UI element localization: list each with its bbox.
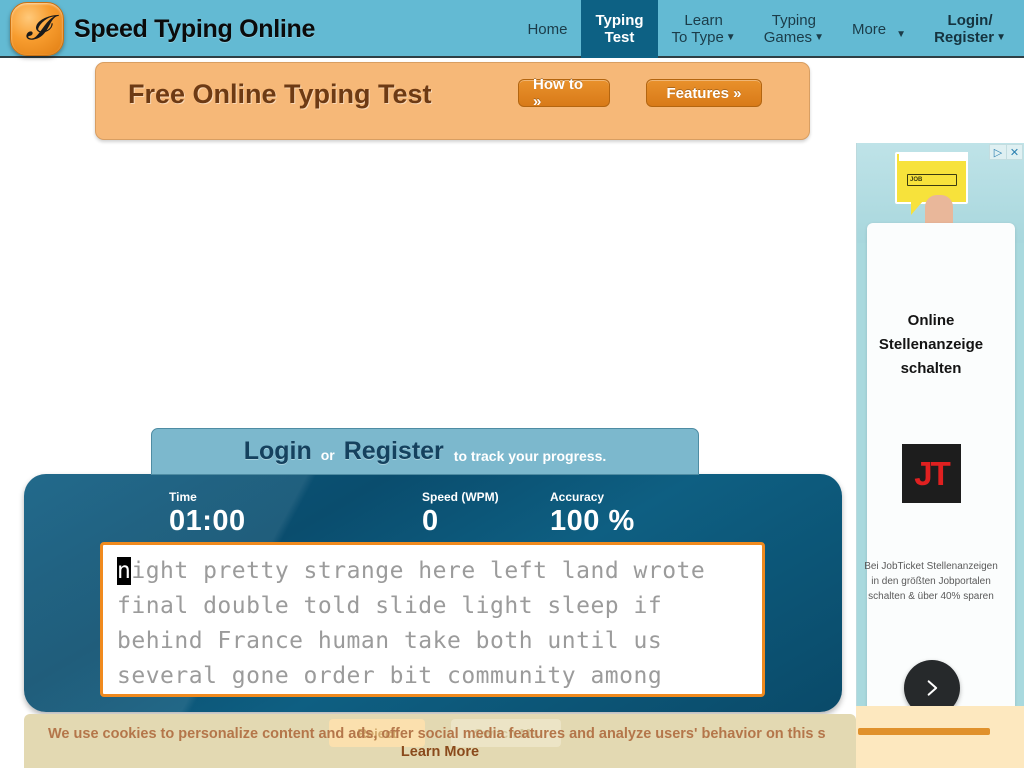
stat-time-label: Time — [169, 490, 197, 504]
nav-item-login-register-line2: Register — [934, 29, 995, 46]
login-register-banner: Login or Register to track your progress… — [151, 428, 699, 475]
nav-item-more[interactable]: More ▼ — [838, 0, 920, 58]
ad-search-field-graphic: JOB — [907, 174, 957, 186]
nav-item-typing-test[interactable]: Typing Test — [581, 0, 658, 58]
nav-item-login-register-line1: Login/ — [947, 12, 993, 29]
chevron-down-icon: ▼ — [896, 28, 907, 40]
typing-input-area[interactable]: night pretty strange here left land wrot… — [100, 542, 765, 697]
advertisement-panel: ▷ ✕ JOB Online Stellenanzeige schalten J… — [856, 143, 1024, 744]
stats-bar: Time 01:00 Speed (WPM) 0 Accuracy 100 % — [24, 482, 842, 538]
nav-item-more-label: More — [851, 20, 887, 38]
ad-body-text: Bei JobTicket Stellenanzeigen in den grö… — [864, 561, 998, 602]
nav-item-typing-test-line2: Test — [604, 29, 635, 46]
ad-brand-logo: JT — [902, 444, 961, 503]
promo-banner: Free Online Typing Test How to » Feature… — [95, 62, 810, 140]
register-link[interactable]: Register — [344, 437, 444, 466]
stat-accuracy: Accuracy 100 % — [550, 490, 635, 538]
stat-time: Time 01:00 — [169, 490, 246, 538]
site-header: Speed Typing Online Home Typing Test Lea… — [0, 0, 1024, 58]
stat-time-value: 01:00 — [169, 505, 246, 537]
cookie-message: We use cookies to personalize content an… — [48, 726, 826, 742]
login-link[interactable]: Login — [244, 437, 312, 466]
nav-item-home-label: Home — [527, 20, 568, 38]
typing-remaining-text: ight pretty strange here left land wrote… — [117, 558, 720, 689]
typing-cursor-character: n — [117, 557, 132, 585]
cookie-learn-more-link[interactable]: Learn More — [24, 744, 856, 760]
stat-speed-label: Speed (WPM) — [422, 490, 499, 504]
features-button[interactable]: Features » — [646, 79, 762, 107]
cookie-consent-banner: Reject Switch Me We use cookies to perso… — [24, 714, 856, 768]
how-to-button[interactable]: How to » — [518, 76, 610, 110]
ad-controls: ▷ ✕ — [989, 144, 1023, 160]
nav-item-typing-games-line2: Games — [763, 29, 813, 46]
nav-item-typing-games[interactable]: Typing Games ▼ — [750, 0, 838, 58]
page-title: Free Online Typing Test — [128, 79, 432, 109]
chevron-down-icon: ▼ — [996, 32, 1006, 43]
login-or-separator: or — [320, 446, 335, 463]
close-x-icon[interactable]: ✕ — [1006, 145, 1022, 159]
chevron-right-icon — [927, 680, 938, 696]
main-navigation: Home Typing Test Learn To Type ▼ Typing … — [513, 0, 1020, 58]
nav-item-home[interactable]: Home — [513, 0, 581, 58]
ad-headline: Online Stellenanzeige schalten — [878, 312, 984, 377]
typing-prompt-text: night pretty strange here left land wrot… — [117, 554, 748, 694]
stat-speed-value: 0 — [422, 505, 439, 537]
chevron-down-icon: ▼ — [814, 32, 824, 43]
play-triangle-icon[interactable]: ▷ — [990, 145, 1006, 159]
login-banner-tagline: to track your progress. — [453, 447, 607, 464]
nav-item-learn-to-type[interactable]: Learn To Type ▼ — [658, 0, 750, 58]
stat-accuracy-value: 100 % — [550, 505, 635, 537]
italic-i-logo-icon — [10, 2, 64, 56]
page-root: Speed Typing Online Home Typing Test Lea… — [0, 0, 1024, 768]
chevron-down-icon: ▼ — [725, 32, 736, 43]
nav-item-learn-to-type-line2: To Type — [671, 29, 724, 46]
nav-item-login-register[interactable]: Login/ Register ▼ — [920, 0, 1020, 58]
nav-item-learn-to-type-line1: Learn — [684, 12, 723, 29]
stat-speed: Speed (WPM) 0 — [422, 490, 499, 538]
nav-item-typing-games-line1: Typing — [771, 12, 816, 29]
site-logo[interactable]: Speed Typing Online — [10, 2, 315, 56]
brand-name: Speed Typing Online — [74, 14, 316, 43]
nav-item-typing-test-line1: Typing — [595, 12, 644, 29]
stat-accuracy-label: Accuracy — [550, 490, 605, 504]
typing-test-panel: Time 01:00 Speed (WPM) 0 Accuracy 100 % … — [24, 474, 842, 712]
